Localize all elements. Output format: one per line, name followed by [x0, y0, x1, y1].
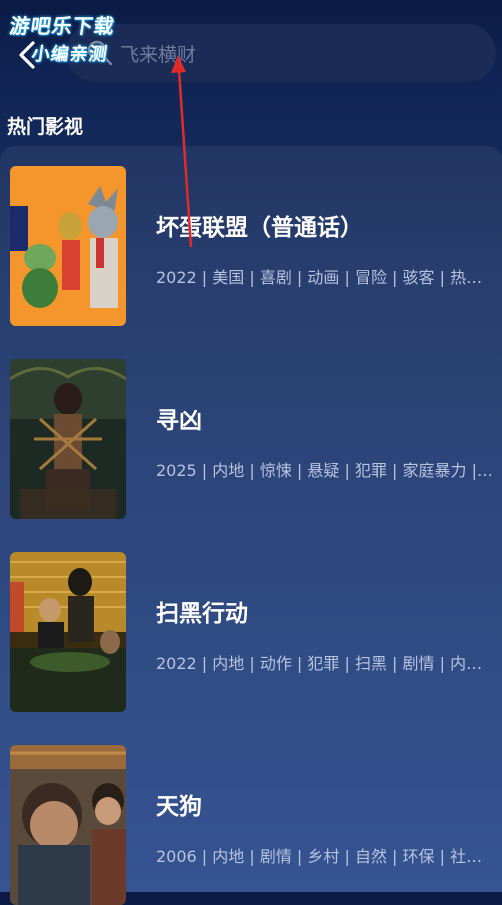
poster-image — [10, 166, 126, 326]
top-bar: 飞来横财 游吧乐下载 小编亲测 — [0, 0, 502, 110]
list-item[interactable]: 天狗 2006 | 内地 | 剧情 | 乡村 | 自然 | 环保 | 社… — [0, 725, 502, 905]
section-title: 热门影视 — [7, 116, 84, 138]
poster-image — [10, 552, 126, 712]
list-item[interactable]: 扫黑行动 2022 | 内地 | 动作 | 犯罪 | 扫黑 | 剧情 | 内… — [0, 532, 502, 712]
movie-title: 天狗 — [156, 794, 202, 820]
watermark-line-1: 游吧乐下载 — [8, 14, 117, 38]
watermark-logo: 游吧乐下载 小编亲测 — [4, 10, 162, 66]
movie-meta: 2006 | 内地 | 剧情 | 乡村 | 自然 | 环保 | 社… — [156, 847, 483, 866]
poster-image — [10, 745, 126, 905]
movie-meta: 2022 | 内地 | 动作 | 犯罪 | 扫黑 | 剧情 | 内… — [156, 654, 483, 673]
movie-list: 坏蛋联盟（普通话） 2022 | 美国 | 喜剧 | 动画 | 冒险 | 骇客 … — [0, 146, 502, 905]
movie-title: 坏蛋联盟（普通话） — [156, 215, 363, 241]
movie-meta: 2025 | 内地 | 惊悚 | 悬疑 | 犯罪 | 家庭暴力 |… — [156, 461, 491, 480]
movie-meta: 2022 | 美国 | 喜剧 | 动画 | 冒险 | 骇客 | 热… — [156, 268, 483, 287]
watermark-line-2: 小编亲测 — [30, 44, 110, 65]
list-item[interactable]: 坏蛋联盟（普通话） 2022 | 美国 | 喜剧 | 动画 | 冒险 | 骇客 … — [0, 146, 502, 326]
list-item[interactable]: 寻凶 2025 | 内地 | 惊悚 | 悬疑 | 犯罪 | 家庭暴力 |… — [0, 339, 502, 519]
movie-title: 扫黑行动 — [156, 601, 248, 627]
movie-title: 寻凶 — [156, 408, 202, 434]
poster-image — [10, 359, 126, 519]
